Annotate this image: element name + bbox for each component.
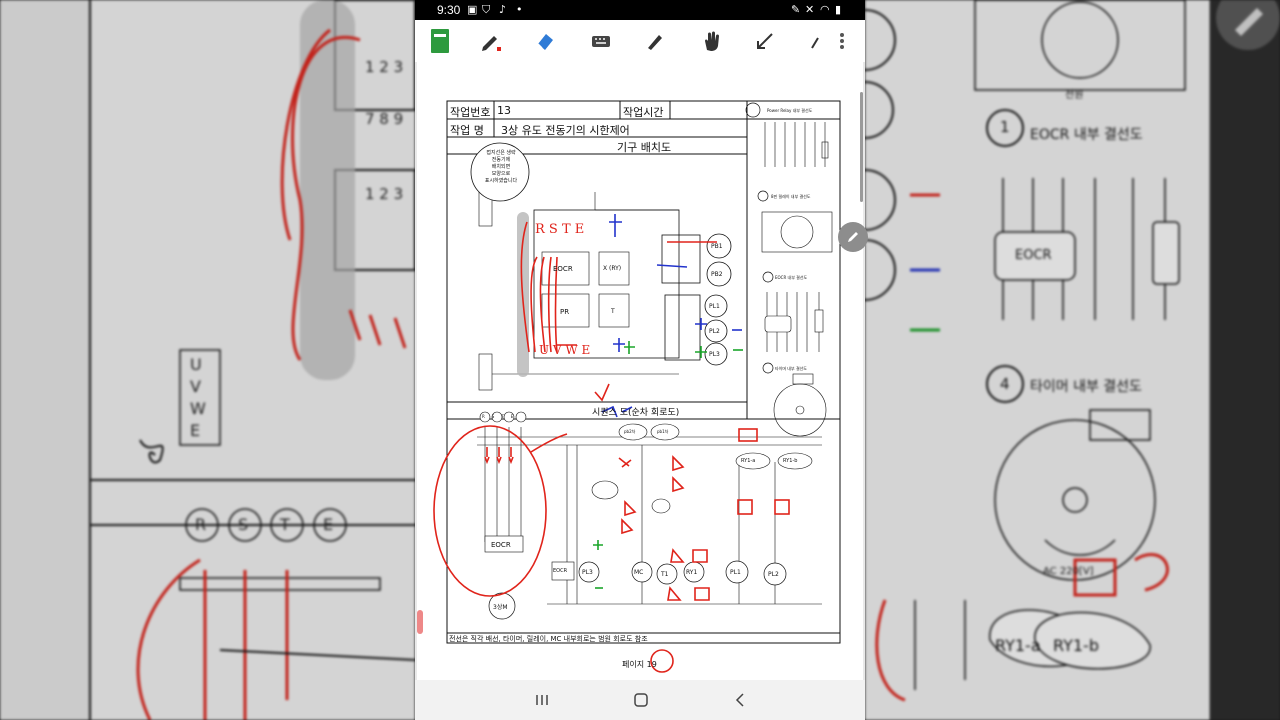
footer-note: 전선은 직각 배선, 타이머, 릴레이, MC 내부회로는 범원 회로도 참조 bbox=[449, 635, 648, 643]
back-icon[interactable] bbox=[725, 688, 755, 712]
bg-left-pins-mid: 1 2 3 bbox=[365, 185, 404, 203]
ref-timer: 타이머 내부 결선도 bbox=[775, 366, 807, 371]
seq-mc-label: MC bbox=[634, 569, 644, 576]
seq-pl2-label: PL2 bbox=[768, 571, 779, 578]
pencil-icon[interactable] bbox=[802, 28, 828, 54]
work-time-label: 작업시간 bbox=[623, 106, 664, 119]
seq-ry1b-bubble: RY1-b bbox=[783, 458, 798, 464]
battery-icon: ▮ bbox=[835, 3, 842, 16]
bg-right-power: 전원 bbox=[1065, 90, 1084, 101]
seq-eocr-coil: EOCR bbox=[553, 568, 568, 574]
bg-right-eocr-title: EOCR 내부 결선도 bbox=[1030, 127, 1143, 143]
wifi-icon: ◠ bbox=[820, 3, 830, 16]
rste-annotation: R S T E bbox=[535, 222, 585, 237]
bg-left-r-label: R bbox=[195, 515, 207, 534]
bg-left-pins-bottom: 7 8 9 bbox=[365, 110, 404, 128]
uvwe-annotation: U V W E bbox=[539, 343, 591, 357]
seq-ry1a-bubble: RY1-a bbox=[741, 458, 756, 464]
seq-rste-terminals: RSTE bbox=[482, 414, 521, 419]
keyboard-icon[interactable] bbox=[588, 28, 614, 54]
seq-t1-label: T1 bbox=[661, 571, 669, 578]
bg-right-eocr-box: EOCR bbox=[1015, 248, 1052, 263]
seq-motor-label: 3상M bbox=[493, 604, 508, 611]
job-number-label: 작업번호 bbox=[450, 106, 491, 119]
job-number-value: 13 bbox=[497, 104, 511, 117]
status-bar: 9:30 ▣ ⛉ ♪ • ✎ ✕ ◠ ▮ bbox=[415, 0, 865, 20]
notebook-icon[interactable] bbox=[427, 28, 453, 54]
bg-right-section-1: 1 bbox=[1000, 118, 1010, 136]
background-right-zoomed-doc: EOCR 내부 결선도 타이머 내부 결선도 EOCR RY1-a RY1-b … bbox=[865, 0, 1280, 720]
pl3-label: PL3 bbox=[709, 351, 720, 358]
mute-icon: ✕ bbox=[805, 3, 815, 16]
annotation-toolbar bbox=[415, 20, 865, 63]
bg-right-ry1a: RY1-a bbox=[995, 636, 1041, 655]
recent-apps-icon[interactable] bbox=[527, 688, 557, 712]
background-left-zoomed-doc: UVWE R S T E 1 2 3 7 8 9 1 2 3 bbox=[0, 0, 415, 720]
edit-fab-button[interactable] bbox=[838, 222, 868, 252]
bg-right-timer-title: 타이머 내부 결선도 bbox=[1030, 379, 1142, 395]
bg-right-section-4: 4 bbox=[1000, 375, 1010, 393]
bg-left-s-label: S bbox=[238, 515, 249, 534]
sequence-title: 시퀀스 도(순차 회로도) bbox=[592, 408, 680, 418]
status-time: 9:30 bbox=[437, 3, 461, 17]
bg-left-t-label: T bbox=[280, 515, 290, 534]
pb2-label: PB2 bbox=[711, 271, 723, 278]
bg-right-ac220: AC 220[V] bbox=[1043, 566, 1094, 577]
seq-pb1-bubble: pb1차 bbox=[657, 429, 669, 434]
phone-screen: 9:30 ▣ ⛉ ♪ • ✎ ✕ ◠ ▮ 작업번호 13 작업시간 작업 명 3… bbox=[415, 0, 865, 720]
home-icon[interactable] bbox=[626, 688, 656, 712]
arrow-icon[interactable] bbox=[752, 28, 778, 54]
document-viewport[interactable]: 작업번호 13 작업시간 작업 명 3상 유도 전동기의 시한제어 기구 배치도… bbox=[415, 62, 865, 680]
pb1-label: PB1 bbox=[711, 243, 723, 250]
pen-status-icon: ✎ bbox=[791, 3, 801, 16]
bg-right-ry1b: RY1-b bbox=[1053, 636, 1099, 655]
dot-icon: • bbox=[516, 3, 523, 16]
edit-pencil-icon bbox=[848, 232, 858, 242]
pl1-label: PL1 bbox=[709, 303, 720, 310]
job-name-label: 작업 명 bbox=[450, 124, 484, 137]
shield-icon: ⛉ bbox=[482, 3, 491, 16]
eraser-icon[interactable] bbox=[532, 28, 558, 54]
ref-8pin: 8핀 릴레이 내부 결선도 bbox=[771, 194, 811, 199]
screenshot-icon: ▣ bbox=[467, 3, 478, 16]
ref-eocr: EOCR 내부 결선도 bbox=[775, 275, 808, 280]
bg-left-pins-top: 1 2 3 bbox=[365, 58, 404, 76]
ref-power-relay: Power Relay 내부 결선도 bbox=[767, 108, 813, 113]
x-ry-device-label: X (RY) bbox=[603, 265, 622, 272]
hand-icon[interactable] bbox=[698, 28, 724, 54]
seq-ry1-label: RY1 bbox=[686, 569, 698, 576]
seq-eocr-label: EOCR bbox=[491, 541, 511, 549]
pr-device-label: PR bbox=[560, 308, 570, 316]
edge-panel-handle[interactable] bbox=[417, 610, 423, 634]
highlighter-icon[interactable] bbox=[642, 28, 668, 54]
tiktok-icon: ♪ bbox=[499, 3, 507, 16]
note-bubble: 접지선은 생략 전동기에 배치되면 모양으로 표시하였습니다 bbox=[484, 150, 518, 184]
scrollbar-thumb[interactable] bbox=[860, 92, 863, 202]
pen-icon[interactable] bbox=[478, 28, 504, 54]
seq-pl3-label: PL3 bbox=[582, 569, 593, 576]
job-name-value: 3상 유도 전동기의 시한제어 bbox=[501, 124, 630, 137]
pl2-label: PL2 bbox=[709, 328, 720, 335]
navigation-bar bbox=[415, 680, 865, 720]
eocr-device-label: EOCR bbox=[553, 265, 573, 273]
seq-pb2-bubble: pb2차 bbox=[624, 429, 636, 434]
page-label: 페이지 19 bbox=[622, 660, 657, 669]
layout-title: 기구 배치도 bbox=[617, 141, 672, 154]
bg-left-e-label: E bbox=[323, 515, 334, 534]
t-device-label: T bbox=[611, 308, 615, 315]
seq-pl1-label: PL1 bbox=[730, 569, 741, 576]
bg-left-uvwe-label: UVWE bbox=[190, 355, 206, 440]
document-page: 작업번호 13 작업시간 작업 명 3상 유도 전동기의 시한제어 기구 배치도… bbox=[417, 62, 863, 680]
more-icon[interactable] bbox=[829, 28, 855, 54]
